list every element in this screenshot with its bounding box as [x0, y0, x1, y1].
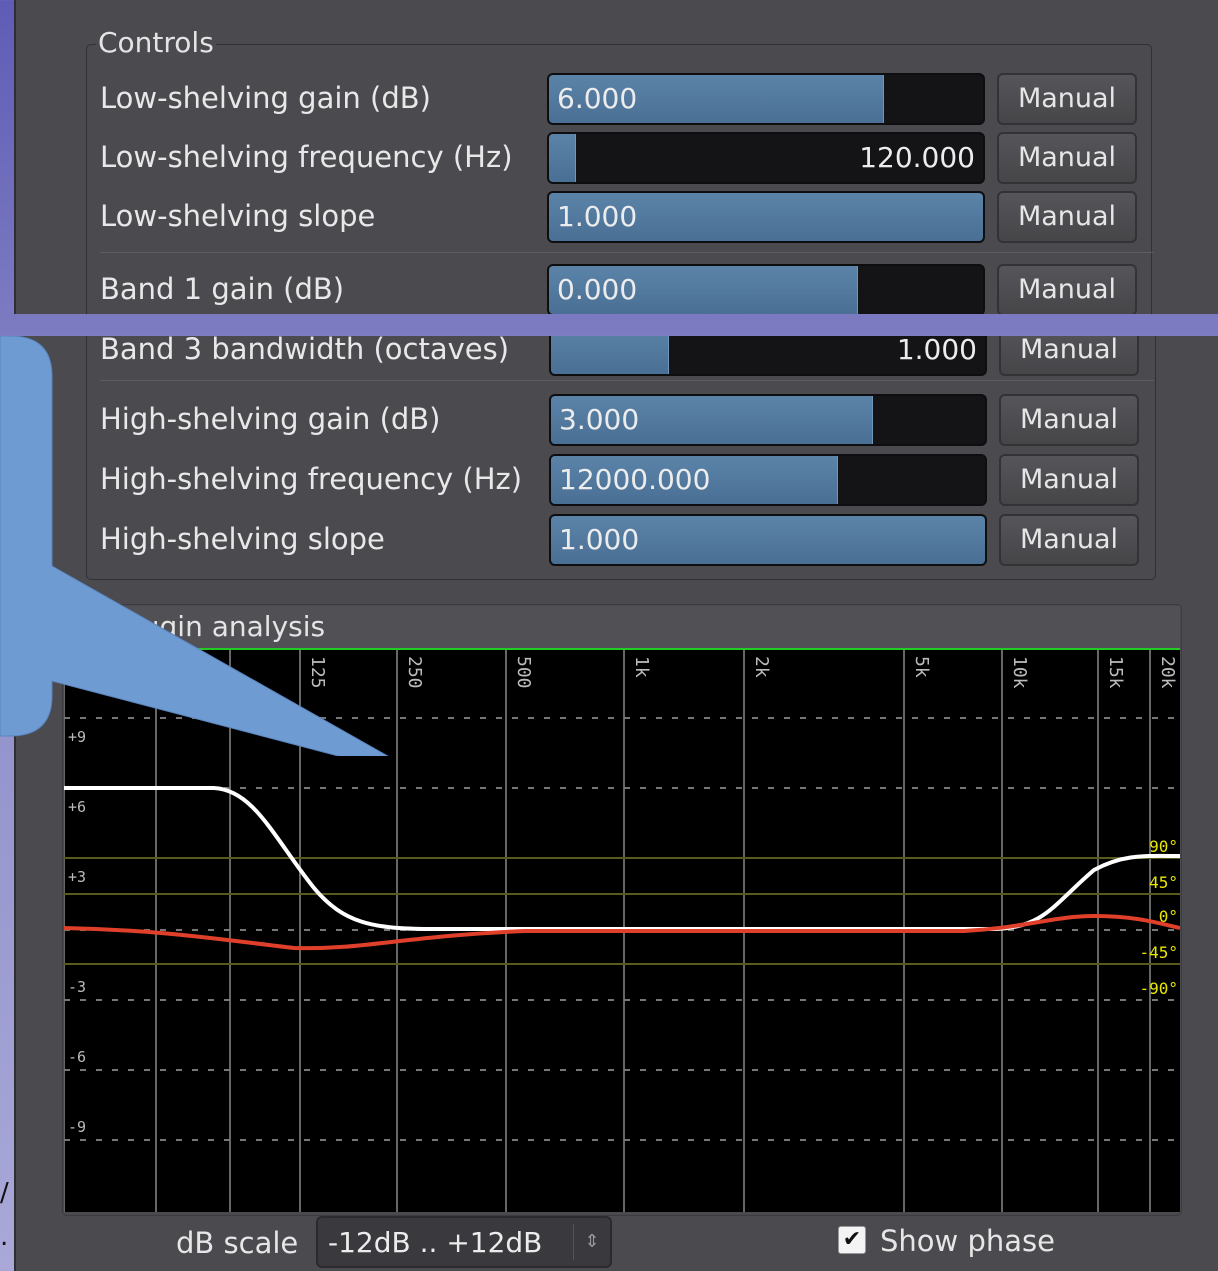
show-phase-label: Show phase [880, 1224, 1055, 1258]
slider-value: 1.000 [557, 200, 638, 233]
freq-tick-label: 10k [1009, 656, 1030, 689]
phase-tick-label: -90° [1139, 979, 1178, 998]
manual-button[interactable]: Manual [999, 336, 1139, 376]
manual-button[interactable]: Manual [997, 73, 1137, 125]
slider-fill [551, 336, 670, 374]
control-slider[interactable]: 12000.000 [549, 454, 987, 506]
control-label: Low-shelving frequency (Hz) [100, 140, 513, 174]
manual-button[interactable]: Manual [999, 454, 1139, 506]
control-label: Band 1 gain (dB) [100, 272, 345, 306]
phase-tick-label: -45° [1139, 943, 1178, 962]
freq-tick-label: 5k [911, 656, 932, 678]
control-slider[interactable]: 1.000 [549, 514, 987, 566]
plugin-window-top: Controls Low-shelving gain (dB) 6.000 Manu… [14, 0, 1218, 314]
phase-tick-label: 90° [1149, 837, 1178, 856]
separator [100, 252, 1154, 253]
db-tick-label: +6 [68, 798, 86, 816]
control-slider[interactable]: 120.000 [547, 132, 985, 184]
control-slider[interactable]: 1.000 [547, 191, 985, 243]
slider-value: 3.000 [559, 403, 640, 436]
manual-button[interactable]: Manual [999, 514, 1139, 566]
show-phase-checkbox[interactable]: ✔ [838, 1226, 866, 1254]
phase-tick-label: 45° [1149, 873, 1178, 892]
control-slider[interactable]: 0.000 [547, 264, 985, 314]
controls-group-title: Controls [96, 26, 216, 59]
slider-value: 0.000 [557, 273, 638, 306]
slider-value: 120.000 [859, 141, 975, 174]
manual-button[interactable]: Manual [997, 132, 1137, 184]
control-slider[interactable]: 3.000 [549, 394, 987, 446]
db-tick-label: +3 [68, 868, 86, 886]
manual-button[interactable]: Manual [997, 191, 1137, 243]
freq-tick-label: 1k [631, 656, 652, 678]
control-slider[interactable]: 6.000 [547, 73, 985, 125]
edge-text-1: / [0, 1178, 9, 1208]
db-tick-label: -6 [68, 1048, 86, 1066]
db-scale-label: dB scale [176, 1226, 299, 1260]
slider-value: 1.000 [896, 336, 977, 366]
freq-tick-label: 15k [1105, 656, 1126, 689]
db-tick-label: -9 [68, 1118, 86, 1136]
updown-arrows-icon: ⇕ [573, 1224, 610, 1260]
callout-bubble [0, 336, 389, 756]
freq-tick-label: 2k [751, 656, 772, 678]
slider-value: 1.000 [559, 523, 640, 556]
control-label: Low-shelving slope [100, 199, 376, 233]
db-tick-label: -3 [68, 978, 86, 996]
db-scale-value: -12dB .. +12dB [328, 1226, 543, 1259]
slider-fill [549, 134, 577, 182]
db-scale-select[interactable]: -12dB .. +12dB ⇕ [316, 1216, 612, 1268]
manual-button[interactable]: Manual [999, 394, 1139, 446]
slider-value: 12000.000 [559, 463, 711, 496]
freq-tick-label: 20k [1157, 656, 1178, 689]
control-slider[interactable]: 1.000 [549, 336, 987, 376]
slider-value: 6.000 [557, 82, 638, 115]
control-label: Low-shelving gain (dB) [100, 81, 431, 115]
edge-text-2: . [0, 1222, 9, 1252]
freq-tick-label: 500 [513, 656, 534, 689]
manual-button[interactable]: Manual [997, 264, 1137, 314]
